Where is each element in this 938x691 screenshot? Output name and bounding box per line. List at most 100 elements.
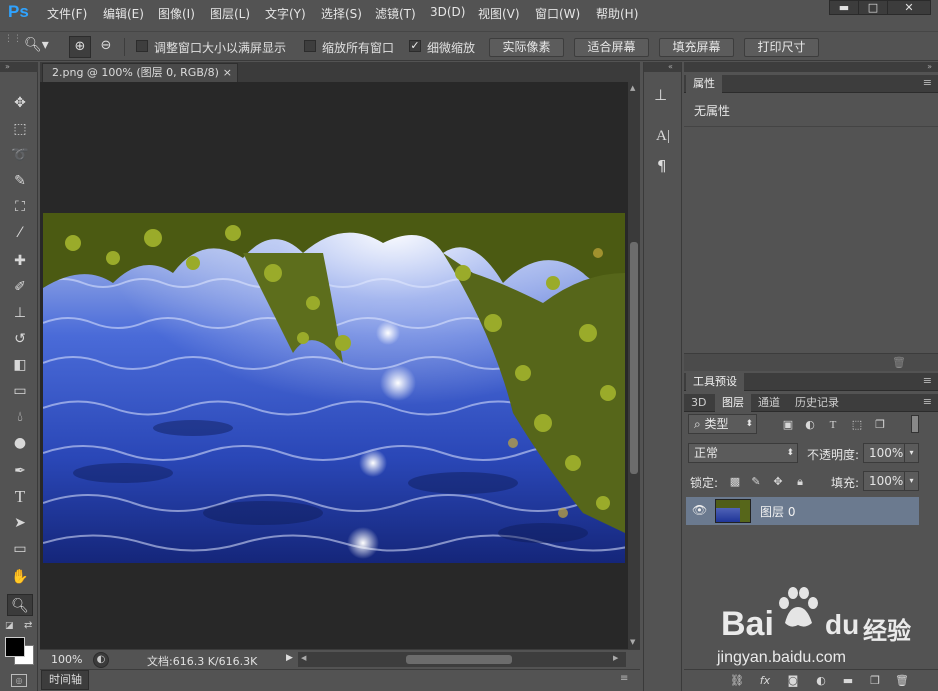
history-brush-tool-icon[interactable]: ↺ xyxy=(7,328,33,350)
lock-transparent-icon[interactable]: ▩ xyxy=(728,475,742,489)
maximize-button[interactable]: □ xyxy=(858,0,888,15)
eraser-tool-icon[interactable]: ◧ xyxy=(7,354,33,376)
tab-tool-presets[interactable]: 工具预设 xyxy=(686,373,744,391)
tab-properties[interactable]: 属性 xyxy=(686,75,722,93)
filter-adjustment-icon[interactable]: ◐ xyxy=(803,418,817,432)
timeline-menu-icon[interactable]: ≡ xyxy=(620,673,628,684)
tab-history[interactable]: 历史记录 xyxy=(788,394,846,412)
new-adjustment-icon[interactable]: ◐ xyxy=(814,674,828,688)
hand-tool-icon[interactable]: ✋ xyxy=(7,566,33,588)
tool-presets-panel-icon[interactable]: ⊥ xyxy=(654,86,667,104)
scroll-left-icon[interactable]: ◀ xyxy=(301,654,306,662)
scroll-down-icon[interactable]: ▼ xyxy=(630,638,635,646)
filter-pixel-icon[interactable]: ▣ xyxy=(781,418,795,432)
path-selection-tool-icon[interactable]: ➤ xyxy=(7,512,33,534)
fill-screen-button[interactable]: 填充屏幕 xyxy=(659,38,734,57)
swap-colors-icon[interactable]: ⇄ xyxy=(24,620,32,631)
add-mask-icon[interactable]: ◙ xyxy=(786,674,800,688)
tab-channels[interactable]: 通道 xyxy=(751,394,787,412)
zoom-out-icon[interactable]: ⊖ xyxy=(95,36,117,58)
layer-filter-dropdown[interactable]: ⌕ 类型 ⬍ xyxy=(688,414,757,434)
horizontal-scroll-thumb[interactable] xyxy=(406,655,512,664)
menu-3d[interactable]: 3D(D) xyxy=(430,5,465,19)
timeline-panel-bar[interactable]: 时间轴 ≡ xyxy=(40,669,640,691)
marquee-tool-icon[interactable]: ⬚ xyxy=(7,118,33,140)
document-tab[interactable]: 2.png @ 100% (图层 0, RGB/8) × xyxy=(42,63,238,82)
lock-all-icon[interactable]: 🔒︎ xyxy=(793,475,807,489)
quick-select-tool-icon[interactable]: ✎ xyxy=(7,170,33,192)
properties-menu-icon[interactable]: ≡ xyxy=(923,76,932,89)
scroll-up-icon[interactable]: ▲ xyxy=(630,84,635,92)
zoom-in-icon[interactable]: ⊕ xyxy=(69,36,91,58)
filter-type-icon[interactable]: T xyxy=(826,418,840,432)
healing-brush-tool-icon[interactable]: ✚ xyxy=(7,250,33,272)
close-button[interactable]: ✕ xyxy=(887,0,931,15)
minimize-button[interactable]: ▬ xyxy=(829,0,859,15)
lasso-tool-icon[interactable]: ➰ xyxy=(7,144,33,166)
vertical-scroll-thumb[interactable] xyxy=(630,242,638,474)
fill-input[interactable]: 100% ▾ xyxy=(863,471,919,491)
menu-image[interactable]: 图像(I) xyxy=(158,5,195,22)
menu-file[interactable]: 文件(F) xyxy=(47,5,87,22)
menu-filter[interactable]: 滤镜(T) xyxy=(375,5,416,22)
opacity-arrow-icon[interactable]: ▾ xyxy=(904,444,918,462)
rectangle-tool-icon[interactable]: ▭ xyxy=(7,538,33,560)
timeline-tab[interactable]: 时间轴 xyxy=(41,670,89,690)
lock-pixels-icon[interactable]: ✎ xyxy=(749,475,763,489)
opacity-input[interactable]: 100% ▾ xyxy=(863,443,919,463)
eyedropper-tool-icon[interactable]: ⁄ xyxy=(7,222,33,244)
horizontal-scrollbar[interactable]: ◀ ▶ xyxy=(298,652,626,667)
zoom-tool-icon[interactable]: 🔍︎ xyxy=(7,594,33,616)
layer-style-icon[interactable]: fx xyxy=(758,674,772,688)
visibility-eye-icon[interactable]: 👁︎ xyxy=(692,503,707,517)
layer-name[interactable]: 图层 0 xyxy=(760,503,795,520)
gradient-tool-icon[interactable]: ▭ xyxy=(7,380,33,402)
tab-3d[interactable]: 3D xyxy=(684,394,713,412)
menu-view[interactable]: 视图(V) xyxy=(478,5,520,22)
move-tool-icon[interactable]: ✥ xyxy=(7,92,33,114)
paragraph-panel-icon[interactable]: ¶ xyxy=(657,157,667,175)
menu-edit[interactable]: 编辑(E) xyxy=(103,5,144,22)
default-colors-icon[interactable]: ◪ xyxy=(5,621,14,631)
panel-dock-header[interactable]: » xyxy=(684,62,938,72)
foreground-color-swatch[interactable] xyxy=(5,637,25,657)
filter-toggle-switch[interactable] xyxy=(911,415,919,433)
lock-position-icon[interactable]: ✥ xyxy=(771,475,785,489)
menu-type[interactable]: 文字(Y) xyxy=(265,5,306,22)
dock-collapse-icon[interactable]: « xyxy=(644,62,681,72)
menu-help[interactable]: 帮助(H) xyxy=(596,5,638,22)
resize-windows-checkbox[interactable] xyxy=(136,40,148,52)
type-tool-icon[interactable]: T xyxy=(7,486,33,508)
zoom-all-windows-checkbox[interactable] xyxy=(304,40,316,52)
fit-screen-button[interactable]: 适合屏幕 xyxy=(574,38,649,57)
vertical-scrollbar[interactable]: ▲ ▼ xyxy=(628,82,640,649)
document-image[interactable] xyxy=(43,213,625,563)
brush-tool-icon[interactable]: ✐ xyxy=(7,276,33,298)
clone-stamp-tool-icon[interactable]: ⊥ xyxy=(7,302,33,324)
dodge-tool-icon[interactable]: ● xyxy=(7,432,33,454)
blend-mode-dropdown[interactable]: 正常 ⬍ xyxy=(688,443,798,463)
zoom-level[interactable]: 100% xyxy=(51,653,82,666)
layers-menu-icon[interactable]: ≡ xyxy=(923,395,932,408)
properties-trash-icon[interactable]: 🗑︎ xyxy=(892,356,906,369)
quick-mask-icon[interactable]: ◎ xyxy=(11,674,27,687)
crop-tool-icon[interactable]: ⛶ xyxy=(7,196,33,218)
scroll-right-icon[interactable]: ▶ xyxy=(613,654,618,662)
layer-row[interactable]: 👁︎ 图层 0 xyxy=(686,497,919,525)
menu-select[interactable]: 选择(S) xyxy=(321,5,362,22)
fill-arrow-icon[interactable]: ▾ xyxy=(904,472,918,490)
tab-layers[interactable]: 图层 xyxy=(715,394,751,412)
scrubby-zoom-checkbox[interactable]: ✓ xyxy=(409,40,421,52)
zoom-tool-preset-icon[interactable]: 🔍︎▾ xyxy=(24,37,56,57)
link-layers-icon[interactable]: ⛓ xyxy=(730,674,744,688)
character-panel-icon[interactable]: A| xyxy=(656,128,670,145)
filter-smart-object-icon[interactable]: ❐ xyxy=(873,418,887,432)
new-layer-icon[interactable]: ❐ xyxy=(868,674,882,688)
menu-window[interactable]: 窗口(W) xyxy=(535,5,580,22)
pen-tool-icon[interactable]: ✒ xyxy=(7,460,33,482)
menu-layer[interactable]: 图层(L) xyxy=(210,5,250,22)
tool-presets-menu-icon[interactable]: ≡ xyxy=(923,374,932,387)
document-tab-close-icon[interactable]: × xyxy=(223,64,232,82)
filter-shape-icon[interactable]: ⬚ xyxy=(850,418,864,432)
actual-pixels-button[interactable]: 实际像素 xyxy=(489,38,564,57)
